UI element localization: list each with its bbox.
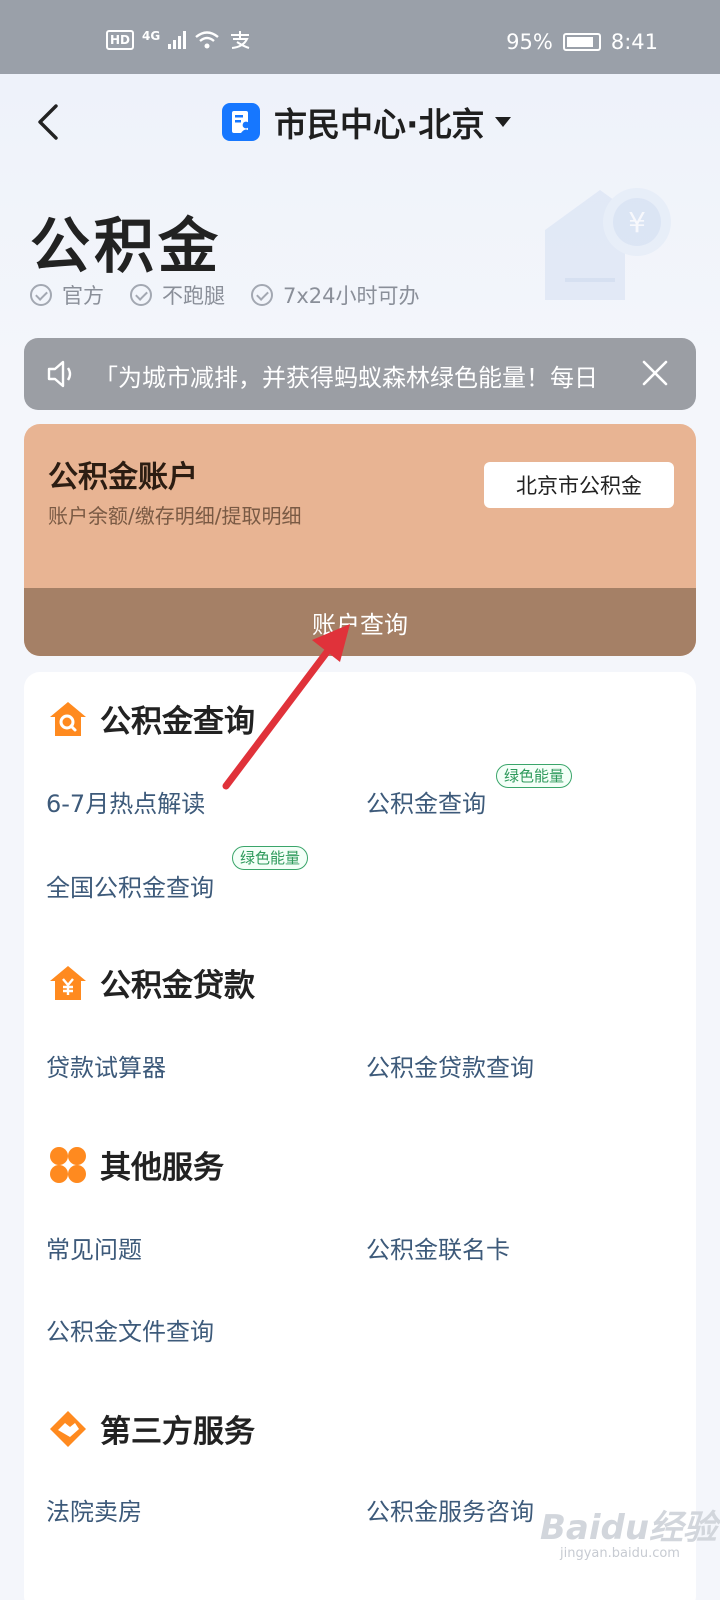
status-bar: HD 4G 95% 8:41 [0,0,720,74]
service-item[interactable]: 公积金贷款查询 [366,1048,534,1083]
section-other-services: 其他服务 [48,1142,224,1187]
hd-icon: HD [106,30,135,50]
network-type: 4G [142,29,161,43]
baidu-watermark: Baidu经验 [540,1508,718,1548]
chevron-left-icon [38,104,58,140]
tag-no-visit: 不跑腿 [130,280,225,310]
baidu-watermark-url: jingyan.baidu.com [560,1546,680,1561]
battery-percent: 95% [506,30,553,54]
green-energy-badge: 绿色能量 [496,764,573,788]
citizen-center-logo-icon [222,103,260,141]
house-yen-icon [50,965,86,1000]
check-circle-icon [30,284,52,306]
clock: 8:41 [610,30,658,54]
check-circle-icon [130,284,152,306]
service-item[interactable]: 常见问题 [46,1230,142,1265]
page-title: 公积金 [30,212,222,282]
signal-icon [168,31,187,49]
section-fund-loan: 公积金贷款 [48,960,255,1005]
city-selector[interactable]: 市民中心·北京 [222,100,511,144]
account-card[interactable]: 公积金账户 账户余额/缴存明细/提取明细 北京市公积金 账户查询 [24,424,696,656]
speaker-icon [47,360,72,388]
section-third-party: 第三方服务 [48,1406,255,1451]
house-search-icon [50,701,86,736]
service-item[interactable]: 贷款试算器 [46,1048,166,1083]
service-item[interactable]: 6-7月热点解读 [46,784,205,819]
service-item[interactable]: 公积金文件查询 [46,1312,214,1347]
nav-title: 市民中心·北京 [274,105,485,144]
account-subtitle: 账户余额/缴存明细/提取明细 [48,504,302,528]
svg-text:¥: ¥ [628,206,646,239]
section-fund-query: 公积金查询 [48,696,255,741]
check-circle-icon [251,284,273,306]
tag-official: 官方 [30,280,104,310]
back-button[interactable] [28,100,68,144]
close-icon[interactable] [640,358,670,388]
service-item[interactable]: 公积金联名卡 [366,1230,510,1265]
wifi-icon [195,31,219,49]
services-panel: 公积金查询 6-7月热点解读 公积金查询 绿色能量 全国公积金查询 绿色能量 公… [24,672,696,1600]
city-fund-button[interactable]: 北京市公积金 [484,462,674,508]
notice-banner[interactable]: 「为城市减排，并获得蚂蚁森林绿色能量！每日 [24,338,696,410]
notice-text: 「为城市减排，并获得蚂蚁森林绿色能量！每日 [94,364,598,392]
caret-down-icon [494,117,511,127]
tag-24h: 7x24小时可办 [251,280,420,310]
four-dots-icon [50,1146,86,1183]
service-item[interactable]: 公积金服务咨询 [366,1492,534,1527]
alipay-icon [231,31,250,49]
service-item[interactable]: 全国公积金查询 [46,868,214,903]
account-title: 公积金账户 [48,460,198,495]
feature-tags: 官方 不跑腿 7x24小时可办 [30,280,420,310]
battery-icon [562,33,601,51]
account-query-button[interactable]: 账户查询 [24,588,696,656]
service-item[interactable]: 法院卖房 [46,1492,142,1527]
coin-decoration-icon: ¥ [545,188,671,300]
green-energy-badge: 绿色能量 [232,846,309,870]
service-item[interactable]: 公积金查询 [366,784,486,819]
handshake-icon [50,1410,86,1447]
